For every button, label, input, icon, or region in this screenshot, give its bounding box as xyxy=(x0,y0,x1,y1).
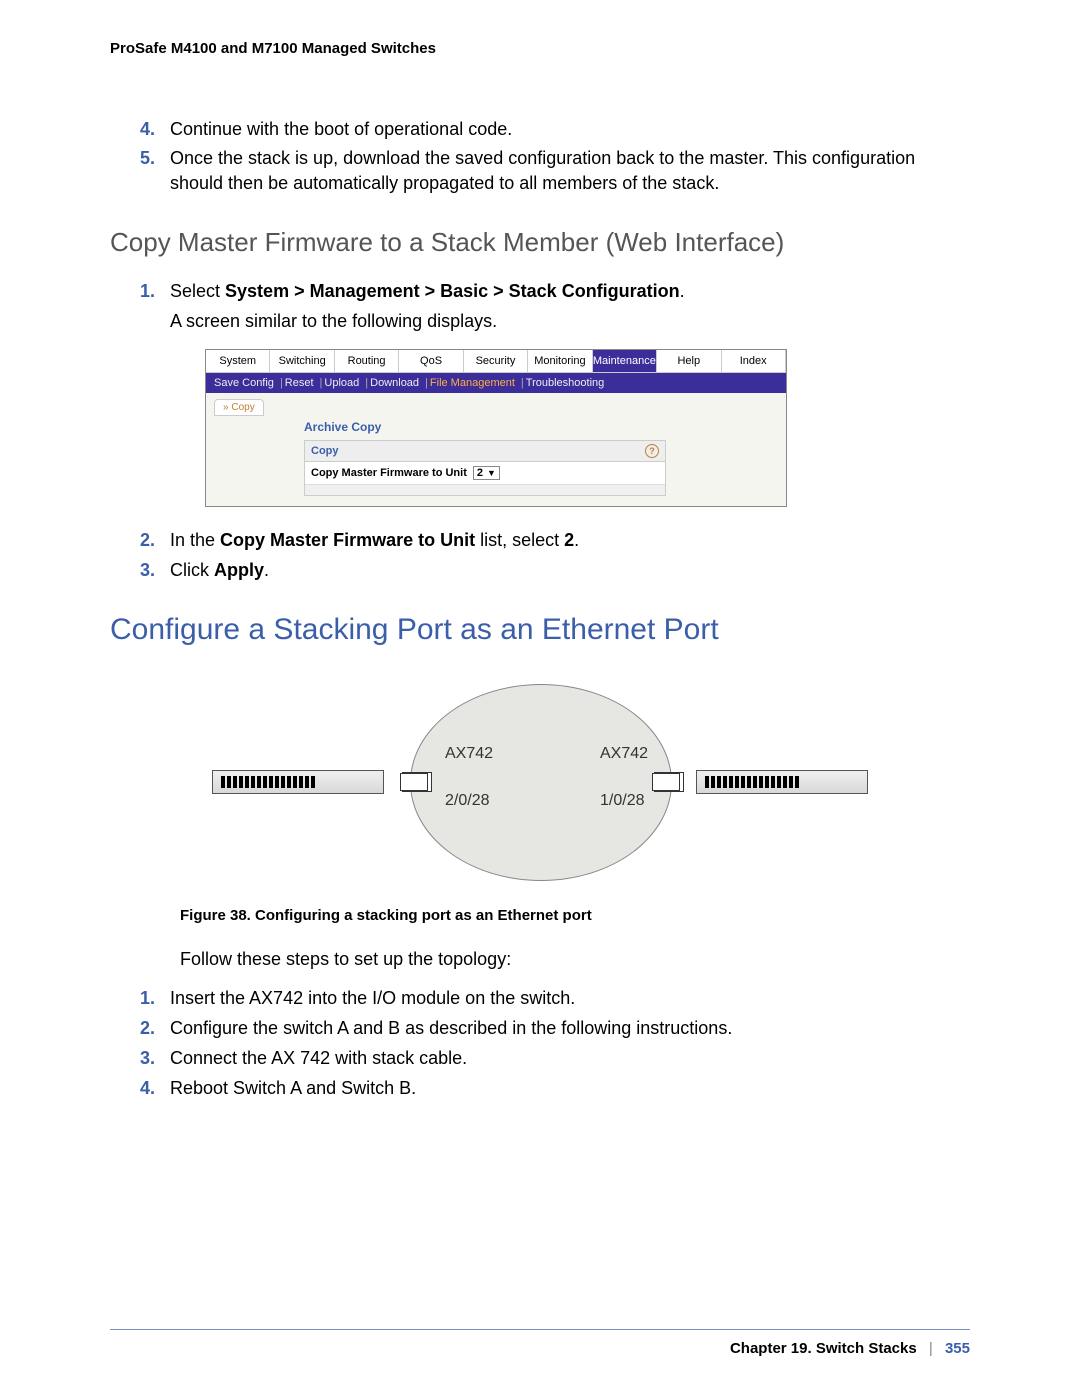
top-tab-routing[interactable]: Routing xyxy=(335,350,399,373)
continued-step: Continue with the boot of operational co… xyxy=(170,117,970,142)
topology-diagram: AX742 AX742 2/0/28 1/0/28 xyxy=(200,677,880,887)
topology-step: Connect the AX 742 with stack cable. xyxy=(170,1045,970,1071)
side-tab-label: Copy xyxy=(231,402,254,413)
footer-chapter: Chapter 19. Switch Stacks xyxy=(730,1340,917,1357)
field-label: Copy Master Firmware to Unit xyxy=(311,467,467,479)
embedded-ui-screenshot: SystemSwitchingRoutingQoSSecurityMonitor… xyxy=(205,349,787,507)
top-tab-monitoring[interactable]: Monitoring xyxy=(528,350,592,373)
switch-b xyxy=(696,770,868,794)
panel-header: Copy ? xyxy=(305,441,665,462)
top-tabs: SystemSwitchingRoutingQoSSecurityMonitor… xyxy=(206,350,786,373)
page-footer: Chapter 19. Switch Stacks | 355 xyxy=(110,1329,970,1357)
s2-bold: Copy Master Firmware to Unit xyxy=(220,530,475,550)
label-port-left: 2/0/28 xyxy=(445,792,489,810)
step1-suffix: . xyxy=(680,281,685,301)
subnav-troubleshooting[interactable]: Troubleshooting xyxy=(526,377,604,389)
footer-sep: | xyxy=(929,1340,933,1357)
section-heading-configure-port: Configure a Stacking Port as an Ethernet… xyxy=(110,613,970,647)
section1-steps-top: Select System > Management > Basic > Sta… xyxy=(110,278,970,334)
continued-step: Once the stack is up, download the saved… xyxy=(170,146,970,196)
figure-caption: Figure 38. Configuring a stacking port a… xyxy=(180,907,970,924)
unit-select[interactable]: 2 ▼ xyxy=(473,466,500,480)
step-click-apply: Click Apply. xyxy=(170,557,970,583)
step-select-unit: In the Copy Master Firmware to Unit list… xyxy=(170,527,970,553)
label-ax-left: AX742 xyxy=(445,745,493,763)
panel-title: Copy xyxy=(311,445,339,457)
step-select-path: Select System > Management > Basic > Sta… xyxy=(170,278,970,334)
subnav-separator: | xyxy=(280,377,283,389)
label-port-right: 1/0/28 xyxy=(600,792,644,810)
subnav-separator: | xyxy=(521,377,524,389)
label-ax-right: AX742 xyxy=(600,745,648,763)
page-header: ProSafe M4100 and M7100 Managed Switches xyxy=(110,40,970,57)
unit-select-value: 2 xyxy=(477,467,483,479)
top-tab-maintenance[interactable]: Maintenance xyxy=(593,350,657,373)
topology-step: Reboot Switch A and Switch B. xyxy=(170,1075,970,1101)
subnav-separator: | xyxy=(365,377,368,389)
topology-step: Configure the switch A and B as describe… xyxy=(170,1015,970,1041)
section1-steps-bottom: In the Copy Master Firmware to Unit list… xyxy=(110,527,970,583)
switch-a xyxy=(212,770,384,794)
section2-steps: Insert the AX742 into the I/O module on … xyxy=(110,985,970,1101)
subnav-separator: | xyxy=(320,377,323,389)
step1-follow: A screen similar to the following displa… xyxy=(170,308,970,334)
top-tab-system[interactable]: System xyxy=(206,350,270,373)
s3-suffix: . xyxy=(264,560,269,580)
step1-path: System > Management > Basic > Stack Conf… xyxy=(225,281,680,301)
s2-suffix: . xyxy=(574,530,579,550)
copy-firmware-row: Copy Master Firmware to Unit 2 ▼ xyxy=(305,462,665,484)
section2-intro: Follow these steps to set up the topolog… xyxy=(180,949,970,970)
sub-nav-bar: Save Config|Reset|Upload|Download|File M… xyxy=(206,373,786,393)
s2-mid: list, select xyxy=(475,530,564,550)
topology-step: Insert the AX742 into the I/O module on … xyxy=(170,985,970,1011)
subnav-save-config[interactable]: Save Config xyxy=(214,377,274,389)
subnav-upload[interactable]: Upload xyxy=(324,377,359,389)
ui-body: » Copy Archive Copy Copy ? Copy Master F… xyxy=(206,393,786,506)
footer-page-number: 355 xyxy=(945,1340,970,1357)
network-cloud xyxy=(410,684,672,881)
copy-panel: Copy ? Copy Master Firmware to Unit 2 ▼ xyxy=(304,440,666,496)
s3-bold: Apply xyxy=(214,560,264,580)
s2-prefix: In the xyxy=(170,530,220,550)
top-tab-switching[interactable]: Switching xyxy=(270,350,334,373)
s2-val: 2 xyxy=(564,530,574,550)
help-icon[interactable]: ? xyxy=(645,444,659,458)
module-right xyxy=(652,773,680,791)
subnav-reset[interactable]: Reset xyxy=(285,377,314,389)
module-left xyxy=(400,773,428,791)
s3-prefix: Click xyxy=(170,560,214,580)
subnav-separator: | xyxy=(425,377,428,389)
step1-prefix: Select xyxy=(170,281,225,301)
section-heading-copy-firmware: Copy Master Firmware to a Stack Member (… xyxy=(110,227,970,258)
top-tab-index[interactable]: Index xyxy=(722,350,786,373)
chevron-down-icon: ▼ xyxy=(487,468,496,478)
top-tab-qos[interactable]: QoS xyxy=(399,350,463,373)
top-tab-help[interactable]: Help xyxy=(657,350,721,373)
top-tab-security[interactable]: Security xyxy=(464,350,528,373)
archive-copy-title: Archive Copy xyxy=(304,420,778,434)
side-tab-copy[interactable]: » Copy xyxy=(214,399,264,416)
subnav-download[interactable]: Download xyxy=(370,377,419,389)
subnav-file-management[interactable]: File Management xyxy=(430,377,515,389)
continued-steps: Continue with the boot of operational co… xyxy=(110,117,970,197)
